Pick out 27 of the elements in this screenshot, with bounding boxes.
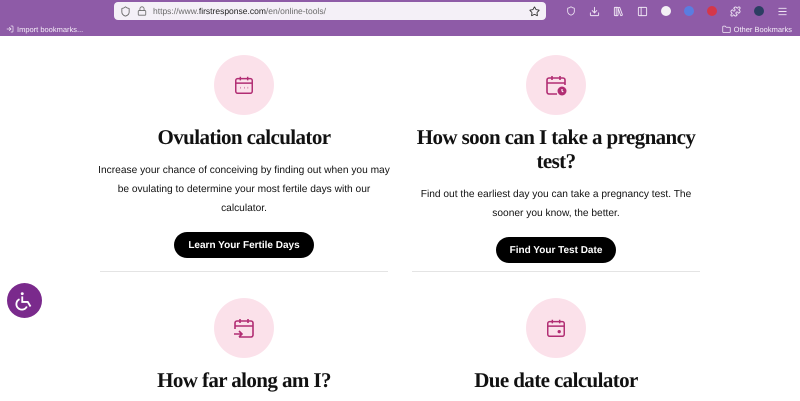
lock-icon	[137, 6, 147, 16]
calendar-icon	[233, 74, 255, 96]
calendar-arrow-icon	[232, 316, 256, 340]
tool-title: Due date calculator	[474, 368, 638, 392]
calendar-clock-icon	[544, 73, 568, 97]
address-bar[interactable]: https://www.firstresponse.com/en/online-tools/	[114, 2, 546, 20]
star-icon[interactable]	[529, 6, 540, 16]
cta-button[interactable]: Find Your Test Date	[496, 237, 616, 263]
shield-icon[interactable]	[120, 6, 131, 16]
menu-icon[interactable]	[777, 6, 788, 16]
library-icon[interactable]	[613, 6, 624, 16]
sidebar-icon[interactable]	[637, 6, 648, 16]
tool-description: Increase your chance of conceiving by finding out when you may be ovulating to determine your most fertile days with our calculator.	[97, 164, 391, 216]
extensions-icon[interactable]	[730, 6, 741, 16]
url-text: https://www.firstresponse.com/en/online-tools/	[153, 6, 327, 16]
download-icon[interactable]	[589, 6, 600, 16]
cta-button[interactable]: Learn Your Fertile Days	[174, 232, 314, 258]
tool-title: How soon can I take a pregnancy test?	[416, 125, 697, 173]
calendar-icon	[545, 317, 567, 339]
tool-title: How far along am I?	[157, 368, 331, 392]
accessibility-button[interactable]	[7, 283, 42, 318]
tool-description: Find out the earliest day you can take a pregnancy test. The sooner you know, the better.	[420, 188, 692, 221]
import-icon	[6, 25, 14, 33]
profile-icon[interactable]	[754, 6, 764, 16]
tool-title: Ovulation calculator	[158, 125, 330, 149]
folder-icon	[722, 24, 731, 34]
extension-icon[interactable]	[661, 6, 671, 16]
